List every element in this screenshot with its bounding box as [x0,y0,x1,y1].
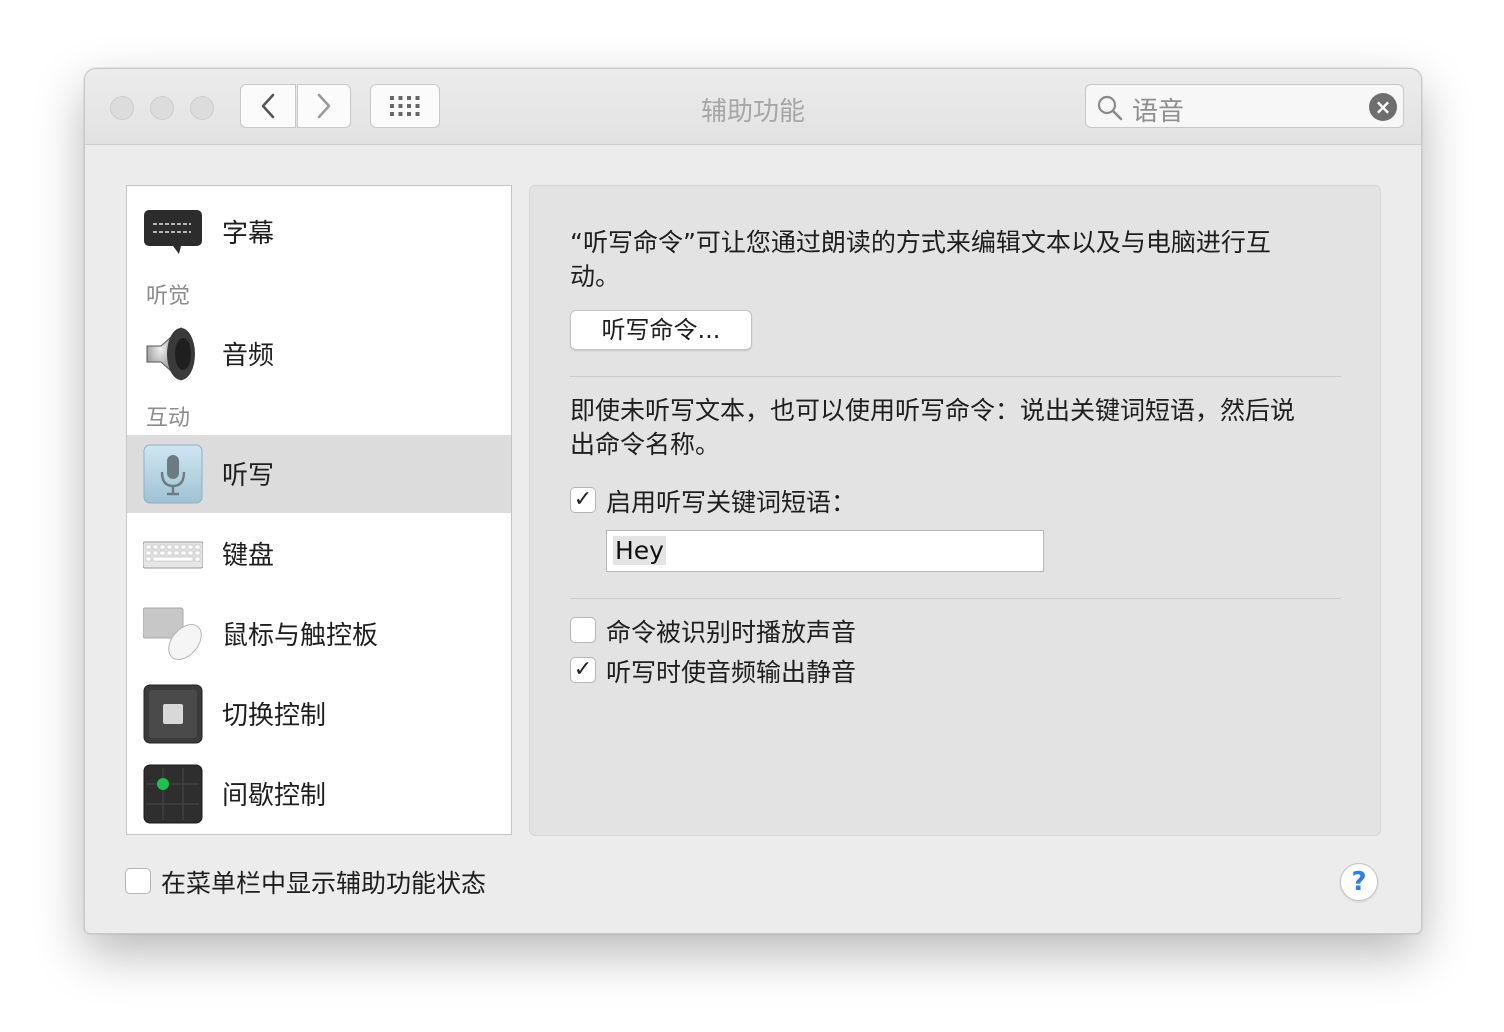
section-hearing: 听觉 [146,284,191,309]
dictation-settings-pane: “听写命令”可让您通过朗读的方式来编辑文本以及与电脑进行互 动。 听写命令...… [529,185,1381,836]
intro-text-line-1: “听写命令”可让您通过朗读的方式来编辑文本以及与电脑进行互 [570,228,1271,257]
intro-text-line-2: 动。 [570,262,621,291]
sidebar-item-audio[interactable]: 音频 [127,315,511,393]
microphone-icon [143,444,203,504]
sidebar-item-switch-control[interactable]: 切换控制 [127,675,511,753]
keyword-phrase-value[interactable]: Hey [613,536,666,565]
mute-audio-checkbox[interactable]: ✓ [570,657,596,683]
sidebar-item-label: 听写 [222,461,275,491]
sidebar-item-dwell-control[interactable]: 间歇控制 [127,755,511,833]
keyword-text-line-1: 即使未听写文本，也可以使用听写命令：说出关键词短语，然后说 [570,396,1296,425]
preferences-window: 辅助功能 语音 × 字幕 听觉 音频 互动 听写 键盘 鼠标与触控板 切换控制 … [84,68,1422,934]
switch-control-icon [143,684,203,744]
search-icon [1097,95,1123,121]
enable-keyword-label: 启用听写关键词短语： [606,488,857,517]
mute-audio-label: 听写时使音频输出静音 [606,658,857,687]
play-sound-checkbox[interactable] [570,617,596,643]
sidebar-item-label: 间歇控制 [222,781,327,811]
enable-keyword-checkbox[interactable]: ✓ [570,487,596,513]
speaker-icon [146,326,195,382]
sidebar-item-label: 鼠标与触控板 [222,621,379,651]
category-list: 字幕 听觉 音频 互动 听写 键盘 鼠标与触控板 切换控制 间歇控制 [126,185,512,835]
search-input[interactable]: 语音 [1132,91,1184,128]
sidebar-item-label: 音频 [222,341,275,371]
keyboard-icon [143,541,203,569]
sidebar-item-label: 切换控制 [222,701,327,731]
sidebar-item-captions[interactable]: 字幕 [127,193,511,271]
play-sound-label: 命令被识别时播放声音 [606,618,857,647]
dwell-control-icon [143,764,203,824]
section-interaction: 互动 [146,406,191,431]
sidebar-item-label: 字幕 [222,219,275,249]
sidebar-item-keyboard[interactable]: 键盘 [127,515,511,593]
sidebar-item-mouse-trackpad[interactable]: 鼠标与触控板 [127,595,511,673]
mouse-trackpad-icon [143,607,202,660]
sidebar-item-dictation[interactable]: 听写 [127,435,511,513]
title-bar: 辅助功能 语音 × [85,69,1421,145]
keyword-phrase-field[interactable]: Hey [606,530,1044,572]
divider [570,376,1341,377]
divider [570,598,1341,599]
show-status-checkbox[interactable] [125,868,151,894]
clear-search-icon[interactable]: × [1369,93,1397,121]
keyword-text-line-2: 出命令名称。 [570,430,721,459]
dictation-commands-button[interactable]: 听写命令... [570,310,752,350]
help-button[interactable]: ? [1340,863,1378,901]
show-status-label: 在菜单栏中显示辅助功能状态 [161,869,487,898]
sidebar-item-label: 键盘 [222,541,275,571]
captions-icon [144,210,202,254]
search-field[interactable]: 语音 × [1085,84,1404,128]
